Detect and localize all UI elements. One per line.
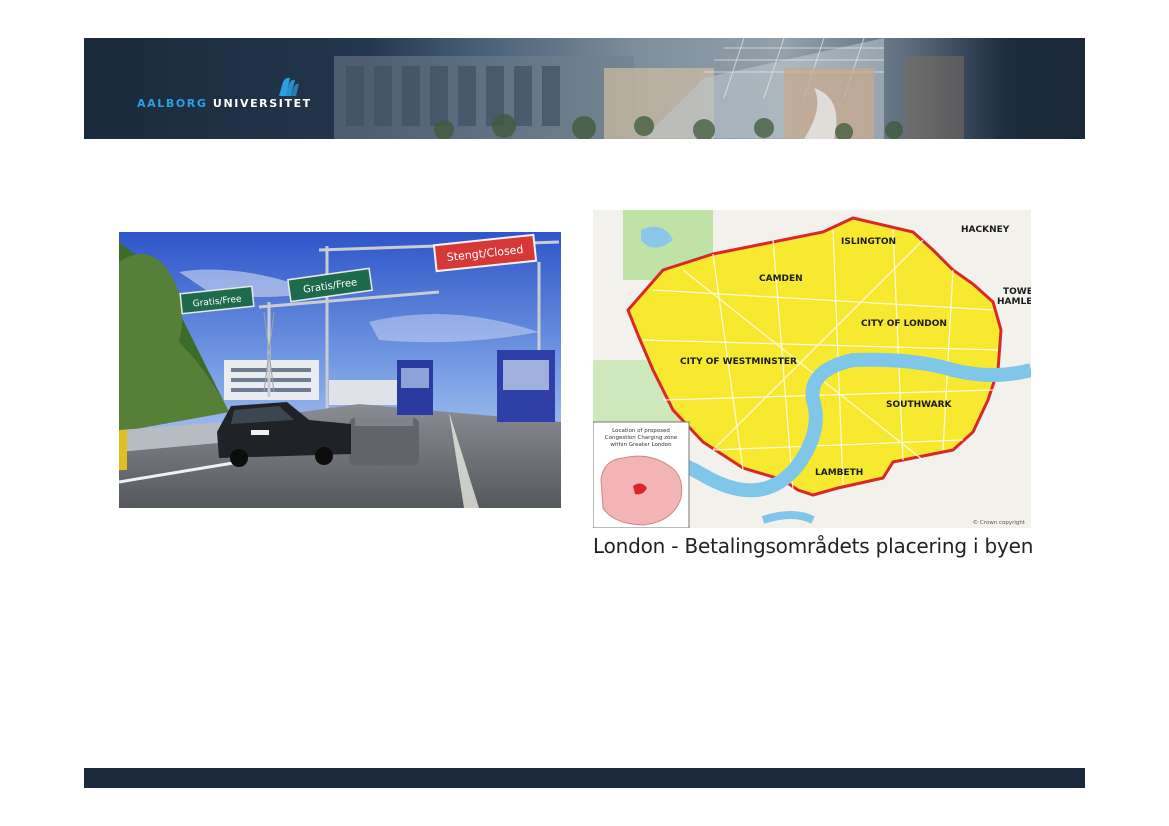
- label-southwark: SOUTHWARK: [886, 400, 953, 410]
- london-congestion-map: HACKNEY ISLINGTON CAMDEN TOWE HAMLE CITY…: [593, 210, 1031, 528]
- label-tower-hamlets-1: TOWE: [1003, 287, 1031, 297]
- label-camden: CAMDEN: [759, 274, 803, 284]
- university-logo-text: AALBORG UNIVERSITET: [137, 97, 312, 110]
- label-lambeth: LAMBETH: [815, 468, 863, 478]
- logo-word-universitet: UNIVERSITET: [212, 97, 312, 110]
- inset-text-line-3: within Greater London: [610, 442, 672, 448]
- campus-building-image: [334, 38, 964, 139]
- inset-text-line-2: Congestion Charging zone: [605, 435, 678, 441]
- label-hackney: HACKNEY: [961, 225, 1010, 235]
- greater-london-inset: Location of proposed Congestion Charging…: [593, 421, 690, 528]
- label-city-of-london: CITY OF LONDON: [861, 319, 947, 329]
- header-banner: AALBORG UNIVERSITET: [84, 38, 1085, 139]
- map-caption: London - Betalingsområdets placering i b…: [593, 534, 1034, 558]
- toll-station-photo: Gratis/Free Gratis/Free Stengt/Closed: [119, 232, 561, 508]
- label-city-of-westminster: CITY OF WESTMINSTER: [680, 357, 797, 367]
- map-copyright: © Crown copyright: [973, 519, 1026, 526]
- inset-text-line-1: Location of proposed: [612, 428, 670, 434]
- university-logo-icon: [279, 77, 299, 96]
- label-tower-hamlets-2: HAMLE: [997, 297, 1031, 307]
- footer-bar: [84, 768, 1085, 788]
- label-islington: ISLINGTON: [841, 237, 896, 247]
- logo-word-aalborg: AALBORG: [137, 97, 208, 110]
